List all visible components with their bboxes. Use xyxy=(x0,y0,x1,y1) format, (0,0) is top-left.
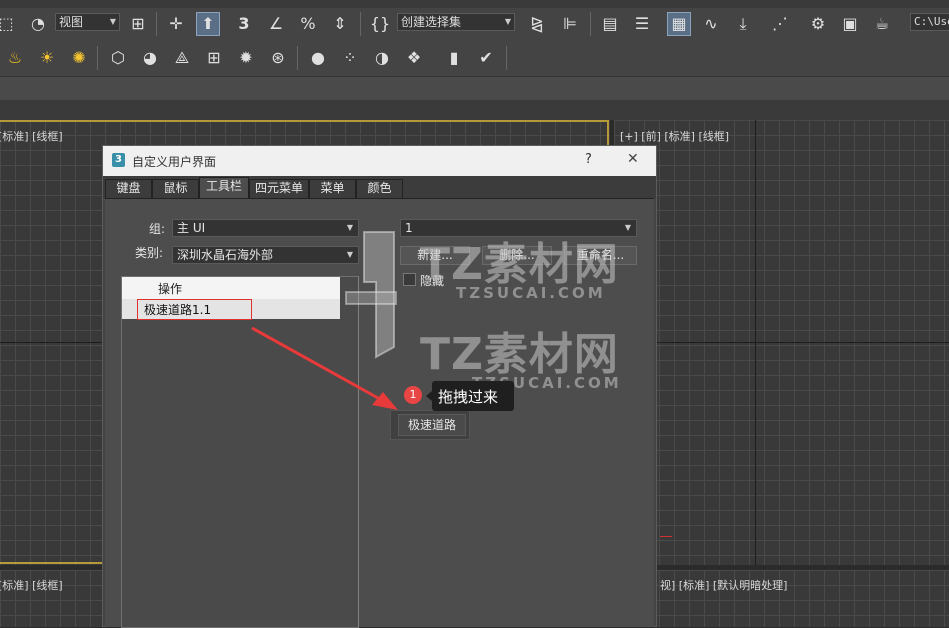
callout-text: 拖拽过来 xyxy=(438,388,499,406)
step-number: 1 xyxy=(409,388,417,401)
callout-pointer xyxy=(426,391,432,401)
drag-arrow xyxy=(251,326,398,410)
callout-bubble: 拖拽过来 xyxy=(426,381,514,411)
step-number-badge: 1 xyxy=(404,386,422,404)
